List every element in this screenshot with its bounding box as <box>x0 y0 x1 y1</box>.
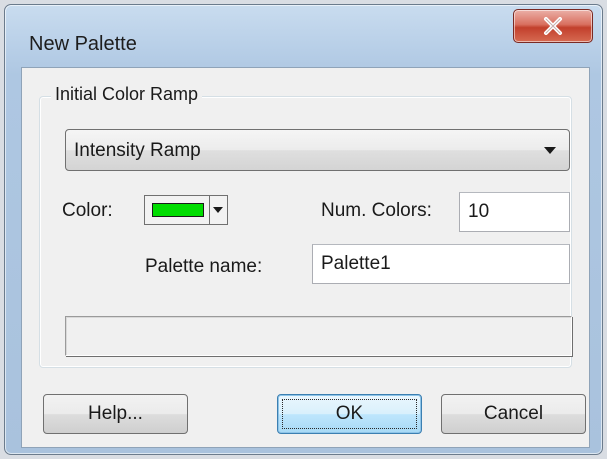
palette-name-label: Palette name: <box>145 256 263 277</box>
num-colors-label: Num. Colors: <box>321 200 432 221</box>
window-title: New Palette <box>29 33 137 55</box>
chevron-down-icon <box>544 147 556 154</box>
color-picker-button[interactable] <box>144 195 228 225</box>
group-legend: Initial Color Ramp <box>51 84 203 105</box>
cancel-button[interactable]: Cancel <box>441 394 586 434</box>
color-ramp-dropdown[interactable]: Intensity Ramp <box>65 129 570 171</box>
color-swatch <box>152 203 204 217</box>
color-label: Color: <box>62 200 113 221</box>
close-x-icon <box>544 17 562 35</box>
chevron-down-icon <box>213 207 223 213</box>
ok-button[interactable]: OK <box>277 394 422 434</box>
num-colors-input[interactable]: 10 <box>459 192 570 232</box>
help-button[interactable]: Help... <box>43 394 188 434</box>
new-palette-dialog: New Palette Initial Color Ramp Intensity… <box>4 4 603 455</box>
dialog-client-area: Initial Color Ramp Intensity Ramp Color:… <box>21 67 590 448</box>
color-ramp-selected: Intensity Ramp <box>74 140 201 161</box>
color-picker-separator <box>209 196 210 224</box>
ok-button-label: OK <box>335 403 364 424</box>
close-button[interactable] <box>513 9 593 43</box>
status-panel <box>65 316 572 356</box>
palette-name-input[interactable]: Palette1 <box>312 244 570 284</box>
